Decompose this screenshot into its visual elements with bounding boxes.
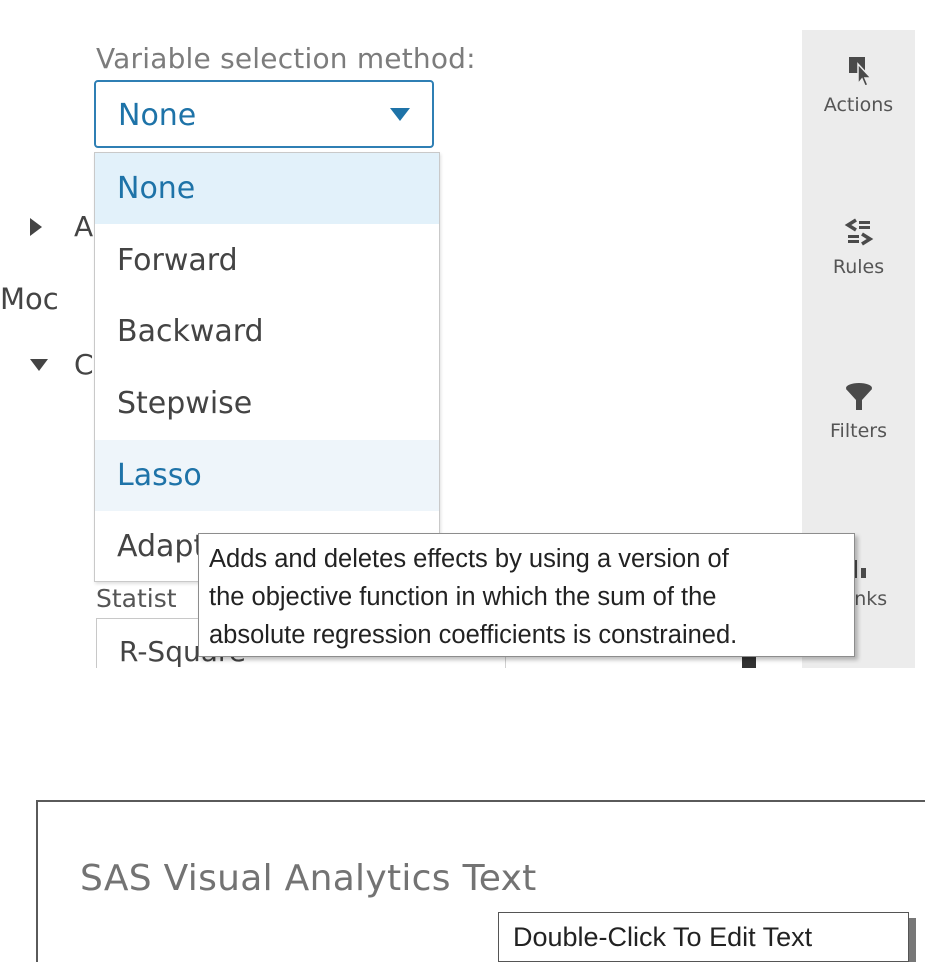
- dropdown-option-none[interactable]: None: [95, 153, 439, 224]
- text-object-content[interactable]: SAS Visual Analytics Text: [80, 858, 537, 899]
- tooltip-shadow: [909, 918, 916, 962]
- options-pane: A Moc C Statist R-Square Variable select…: [0, 0, 915, 668]
- variable-selection-select[interactable]: None: [94, 80, 434, 148]
- lasso-tooltip: Adds and deletes effects by using a vers…: [198, 533, 855, 657]
- rail-rules-label: Rules: [832, 256, 885, 278]
- variable-selection-label: Variable selection method:: [96, 42, 476, 75]
- tooltip-line: absolute regression coefficients is cons…: [209, 621, 738, 649]
- collapsed-section-heading[interactable]: A: [74, 210, 93, 243]
- expand-triangle-icon[interactable]: [30, 218, 42, 236]
- rail-rules[interactable]: Rules: [802, 216, 915, 278]
- filter-icon: [845, 383, 872, 410]
- tooltip-line: the objective function in which the sum …: [209, 583, 717, 611]
- dropdown-option-stepwise[interactable]: Stepwise: [95, 368, 439, 439]
- rail-actions-label: Actions: [823, 94, 894, 116]
- dropdown-option-lasso[interactable]: Lasso: [95, 440, 439, 511]
- rail-filters[interactable]: Filters: [802, 380, 915, 442]
- rail-filters-label: Filters: [830, 420, 887, 442]
- rail-actions[interactable]: Actions: [802, 54, 915, 116]
- expanded-section-heading[interactable]: C: [74, 348, 94, 381]
- dropdown-option-forward[interactable]: Forward: [95, 225, 439, 296]
- chevron-down-icon: [390, 108, 410, 121]
- variable-selection-value: None: [118, 98, 197, 133]
- collapse-triangle-icon[interactable]: [30, 359, 48, 371]
- cursor-icon: [848, 57, 873, 87]
- variable-selection-dropdown: None Forward Backward Stepwise Lasso Ada…: [94, 152, 440, 582]
- tooltip-line: Adds and deletes effects by using a vers…: [209, 545, 729, 573]
- rules-icon: [844, 218, 873, 246]
- dropdown-option-backward[interactable]: Backward: [95, 296, 439, 367]
- statistic-label: Statist: [96, 584, 177, 613]
- model-heading: Moc: [0, 282, 59, 316]
- edit-text-tooltip: Double-Click To Edit Text: [498, 912, 909, 962]
